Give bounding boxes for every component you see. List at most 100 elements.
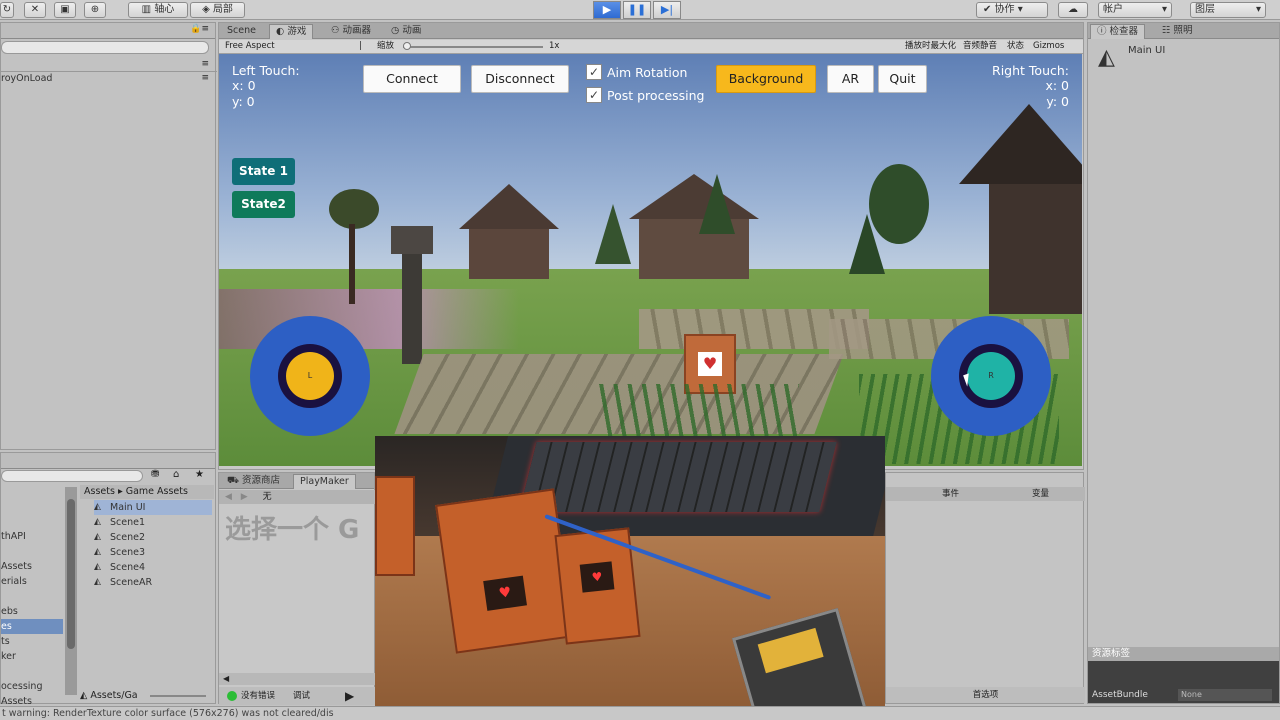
pivot-button[interactable]: ▥ 轴心 <box>128 2 188 18</box>
unity-icon: ◭ <box>80 690 91 701</box>
folder-item[interactable]: ts <box>1 634 10 649</box>
scale-slider-handle[interactable] <box>403 42 411 50</box>
asset-item-scenear[interactable]: ◭ SceneAR <box>94 575 152 590</box>
post-processing-checkbox[interactable]: ✓ <box>586 87 602 103</box>
dont-destroy-on-load-label[interactable]: royOnLoad <box>1 71 52 86</box>
chevron-down-icon: ▾ <box>1161 4 1167 15</box>
scale-tool-icon[interactable]: ✕ <box>24 2 46 18</box>
asset-bundle-dropdown[interactable]: None <box>1178 689 1272 701</box>
breadcrumb: Assets ▸ Game Assets <box>80 485 214 499</box>
folder-item[interactable]: ocessing <box>1 679 42 694</box>
menu-icon[interactable]: ≡ <box>201 73 209 83</box>
step-button[interactable]: ▶| <box>653 1 681 19</box>
folder-item[interactable]: erials <box>1 574 27 589</box>
menu-icon[interactable]: ≡ <box>201 59 209 69</box>
asset-item-scene2[interactable]: ◭ Scene2 <box>94 530 145 545</box>
project-search-input[interactable] <box>1 470 143 482</box>
tag-icon[interactable]: ⌂ <box>173 469 179 480</box>
background-button[interactable]: Background <box>716 65 816 93</box>
house-roof <box>959 104 1082 184</box>
folder-item[interactable]: ker <box>1 649 16 664</box>
back-arrow-icon[interactable]: ◀ <box>225 492 232 502</box>
folder-item[interactable]: thAPI <box>1 529 26 544</box>
state1-button[interactable]: State 1 <box>232 158 295 185</box>
breadcrumb-assets[interactable]: Assets <box>84 486 115 497</box>
connect-button[interactable]: Connect <box>363 65 461 93</box>
tab-scene[interactable]: Scene <box>221 24 262 39</box>
tab-events[interactable]: 事件 <box>942 487 959 501</box>
play-button[interactable]: ▶ <box>593 1 621 19</box>
check-icon: ✔ <box>983 4 995 15</box>
collab-dropdown[interactable]: ✔ 协作 ▾ <box>976 2 1048 18</box>
tab-animation[interactable]: ◷ 动画 <box>385 24 427 39</box>
quit-button[interactable]: Quit <box>878 65 927 93</box>
rotate-tool-icon[interactable]: ↻ <box>0 2 14 18</box>
breadcrumb-game-assets[interactable]: Game Assets <box>126 486 188 497</box>
asset-item-scene3[interactable]: ◭ Scene3 <box>94 545 145 560</box>
tab-game[interactable]: ◐ 游戏 <box>269 24 314 39</box>
tab-asset-store[interactable]: ⛟ 资源商店 <box>221 474 286 489</box>
tab-asset-store-label: 资源商店 <box>241 475 280 486</box>
tab-lighting[interactable]: ☷ 照明 <box>1156 24 1199 39</box>
filter-icon[interactable]: ⛃ <box>151 469 159 480</box>
tab-variables[interactable]: 变量 <box>1032 487 1049 501</box>
local-button[interactable]: ◈ 局部 <box>190 2 245 18</box>
disconnect-button[interactable]: Disconnect <box>471 65 569 93</box>
horizontal-scrollbar[interactable]: ◀ <box>219 673 376 685</box>
scale-label: 缩放 <box>377 41 395 51</box>
game-icon: ◐ <box>276 26 288 37</box>
folder-item[interactable]: ebs <box>1 604 18 619</box>
gizmos-dropdown[interactable]: Gizmos <box>1033 40 1064 53</box>
asset-item-main-ui[interactable]: ◭ Main UI <box>94 500 212 515</box>
layers-dropdown[interactable]: 图层 ▾ <box>1190 2 1266 18</box>
left-joystick[interactable]: L <box>250 316 370 436</box>
right-joystick[interactable]: R <box>931 316 1051 436</box>
pause-button[interactable]: ❚❚ <box>623 1 651 19</box>
cloud-icon[interactable]: ☁ <box>1058 2 1088 18</box>
state2-button[interactable]: State2 <box>232 191 295 218</box>
stats-toggle[interactable]: 状态 <box>1007 40 1024 53</box>
right-joystick-knob[interactable]: R <box>967 352 1015 400</box>
mute-audio-toggle[interactable]: 音频静音 <box>963 40 997 53</box>
scrollbar-thumb[interactable] <box>67 499 75 649</box>
folder-item-selected[interactable]: es <box>1 619 63 634</box>
tab-playmaker[interactable]: PlayMaker <box>293 474 356 489</box>
animator-icon: ⚇ <box>331 25 343 36</box>
scroll-left-icon[interactable]: ◀ <box>223 674 229 683</box>
preferences-button[interactable]: 首选项 <box>886 687 1085 703</box>
forward-arrow-icon[interactable]: ▶ <box>241 492 248 502</box>
zoom-slider[interactable] <box>150 695 206 697</box>
aim-rotation-checkbox[interactable]: ✓ <box>586 64 602 80</box>
star-icon[interactable]: ★ <box>195 469 204 480</box>
asset-item-scene1[interactable]: ◭ Scene1 <box>94 515 145 530</box>
hierarchy-search-input[interactable] <box>1 41 209 54</box>
right-touch-label: Right Touch: <box>992 63 1069 78</box>
asset-label: SceneAR <box>110 577 153 588</box>
folder-item[interactable]: Assets <box>1 559 32 574</box>
play-icon[interactable]: ▶ <box>345 687 354 705</box>
fsm-selector[interactable]: 无 <box>263 492 272 502</box>
asset-item-scene4[interactable]: ◭ Scene4 <box>94 560 145 575</box>
rect-tool-icon[interactable]: ▣ <box>54 2 76 18</box>
left-joystick-knob[interactable]: L <box>286 352 334 400</box>
scene-tabbar: Scene ◐ 游戏 ⚇ 动画器 ◷ 动画 <box>219 23 1083 39</box>
fsm-inspector-panel: 事件 变量 首选项 <box>885 472 1085 704</box>
asset-label: Scene3 <box>110 547 146 558</box>
scrollbar-track[interactable] <box>65 487 77 695</box>
console-status-message[interactable]: t warning: RenderTexture color surface (… <box>0 706 1280 720</box>
asset-label: Scene1 <box>110 517 146 528</box>
maximize-on-play-toggle[interactable]: 播放时最大化 <box>905 40 956 53</box>
tab-animator[interactable]: ⚇ 动画器 <box>325 24 377 39</box>
collab-label: 协作 <box>994 4 1015 15</box>
scale-slider[interactable] <box>403 42 543 50</box>
lock-icon[interactable]: 🔒≡ <box>190 24 209 34</box>
account-dropdown[interactable]: 帐户 ▾ <box>1098 2 1172 18</box>
tab-inspector[interactable]: ⓘ 检查器 <box>1090 24 1146 39</box>
transform-tool-icon[interactable]: ⊕ <box>84 2 106 18</box>
debug-dropdown[interactable]: 调试 <box>293 687 310 705</box>
tree <box>699 174 735 234</box>
ar-button[interactable]: AR <box>827 65 874 93</box>
game-viewport[interactable]: ♥ Left Touch: x: 0 y: 0 Right Touch: x: … <box>219 54 1082 466</box>
aspect-dropdown[interactable]: Free Aspect <box>225 40 275 53</box>
asset-labels-header[interactable]: 资源标签 <box>1088 647 1279 661</box>
